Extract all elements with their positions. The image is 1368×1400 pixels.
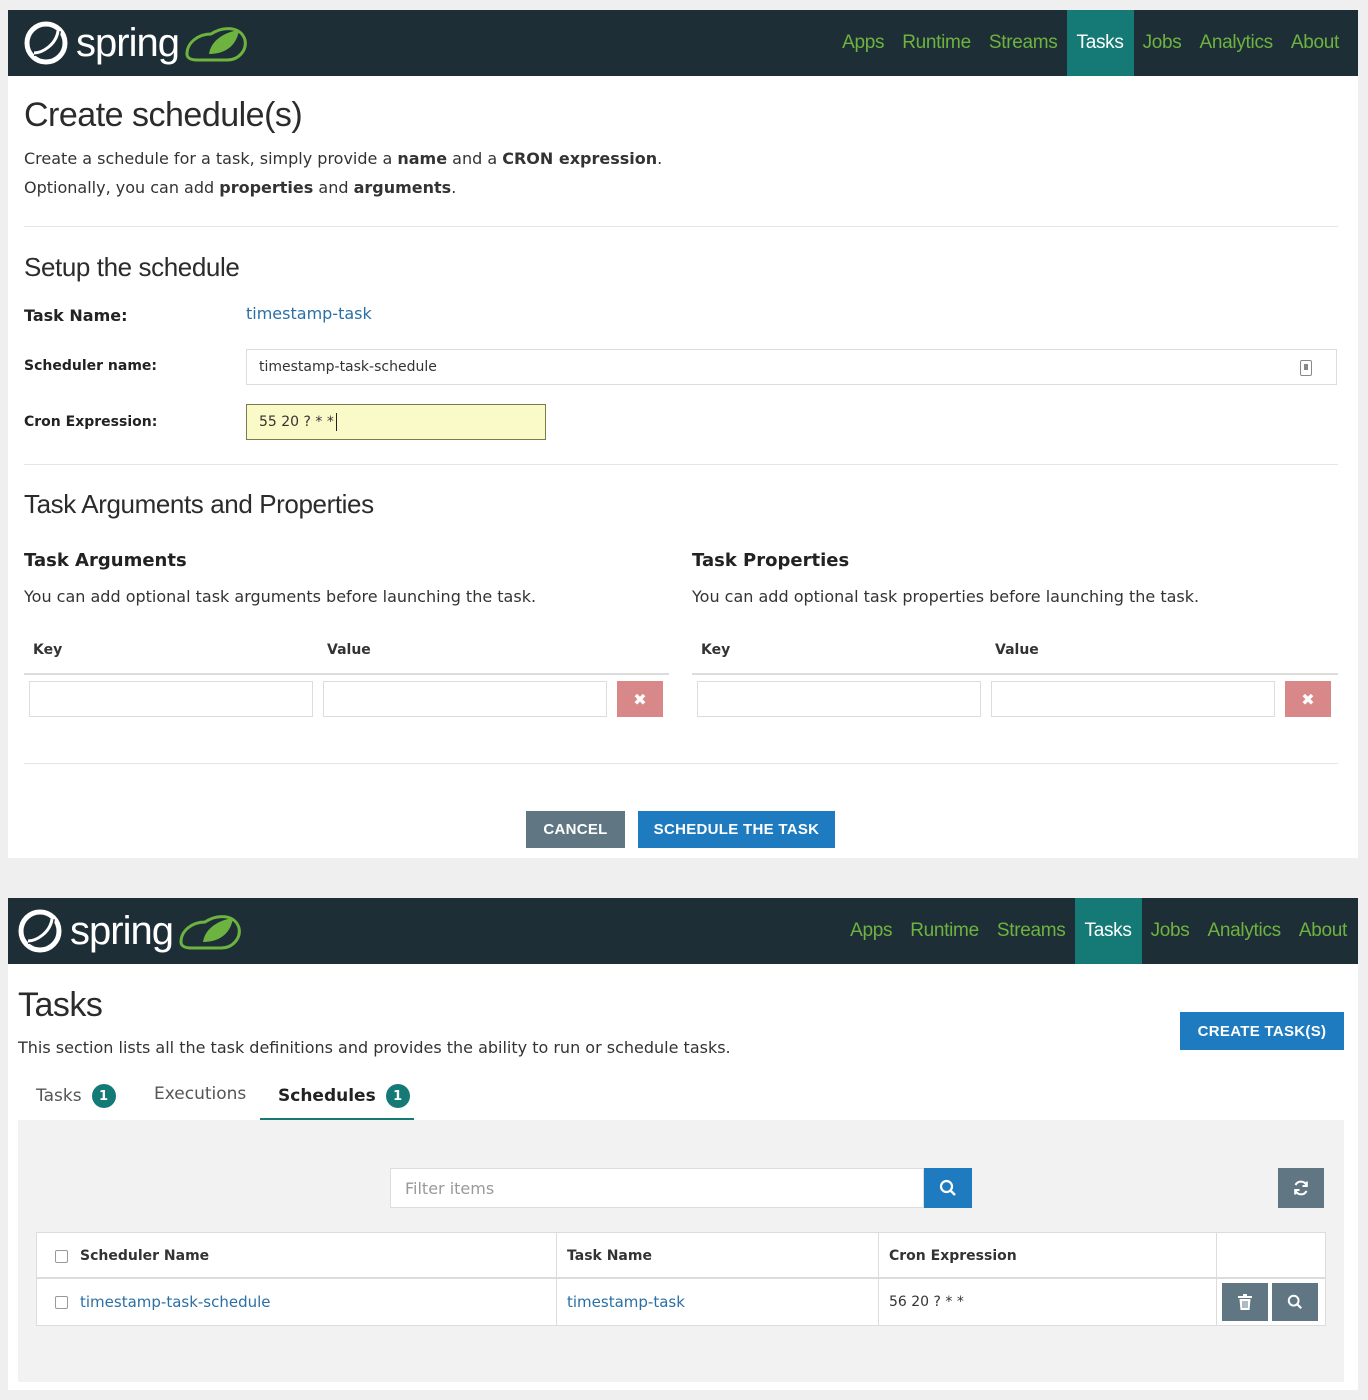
remove-property-button[interactable]: ✖: [1285, 681, 1331, 717]
refresh-button[interactable]: [1278, 1168, 1324, 1208]
args-props-title: Task Arguments and Properties: [24, 489, 374, 519]
select-all-checkbox[interactable]: [55, 1249, 68, 1263]
nav-runtime[interactable]: Runtime: [901, 898, 988, 964]
setup-title: Setup the schedule: [24, 252, 240, 282]
intro-line-1: Create a schedule for a task, simply pro…: [24, 149, 663, 168]
trash-icon: [1238, 1294, 1252, 1310]
top-navbar: spring Apps Runtime Streams Tasks Jobs A…: [8, 898, 1358, 964]
header-task-name: Task Name: [567, 1248, 652, 1264]
cancel-button[interactable]: CANCEL: [526, 811, 625, 848]
brand-logo[interactable]: spring: [16, 904, 243, 958]
scheduler-name-label: Scheduler name:: [24, 358, 157, 374]
scheduler-name-link[interactable]: timestamp-task-schedule: [80, 1293, 271, 1311]
nav-analytics[interactable]: Analytics: [1199, 898, 1290, 964]
arguments-value-header: Value: [327, 642, 371, 658]
view-schedule-button[interactable]: [1272, 1283, 1318, 1321]
main-nav: Apps Runtime Streams Tasks Jobs Analytic…: [841, 898, 1356, 964]
top-navbar: spring Apps Runtime Streams Tasks Jobs A…: [8, 10, 1358, 76]
nav-about[interactable]: About: [1290, 898, 1356, 964]
task-name-link[interactable]: timestamp-task: [567, 1293, 685, 1311]
create-tasks-button[interactable]: CREATE TASK(S): [1180, 1012, 1344, 1050]
close-icon: ✖: [633, 689, 647, 709]
search-icon: [1287, 1294, 1302, 1309]
intro-line-2: Optionally, you can add properties and a…: [24, 178, 457, 197]
divider: [24, 226, 1338, 227]
brand-name: spring: [70, 909, 174, 953]
remove-argument-button[interactable]: ✖: [617, 681, 663, 717]
filter-placeholder: Filter items: [405, 1178, 495, 1198]
nav-jobs[interactable]: Jobs: [1142, 898, 1199, 964]
task-arguments-desc: You can add optional task arguments befo…: [24, 587, 537, 606]
column-divider: [1216, 1233, 1217, 1325]
properties-header-line: [692, 673, 1338, 675]
text-caret: [335, 413, 337, 431]
nav-streams[interactable]: Streams: [988, 898, 1075, 964]
cron-expression-label: Cron Expression:: [24, 414, 158, 430]
brand-name: spring: [76, 21, 180, 65]
spring-leaf-icon: [179, 915, 241, 950]
divider: [24, 763, 1338, 764]
spring-power-icon: [24, 21, 68, 65]
divider: [24, 464, 1338, 465]
filter-input[interactable]: Filter items: [390, 1168, 924, 1208]
property-value-input[interactable]: [991, 681, 1275, 717]
create-schedule-panel: spring Apps Runtime Streams Tasks Jobs A…: [8, 10, 1358, 858]
task-name-label: Task Name:: [24, 306, 128, 325]
tasks-list-panel: spring Apps Runtime Streams Tasks Jobs A…: [8, 898, 1358, 1390]
arguments-key-header: Key: [33, 642, 63, 658]
scheduler-name-input[interactable]: timestamp-task-schedule: [246, 349, 1337, 385]
schedule-task-button[interactable]: SCHEDULE THE TASK: [638, 811, 835, 848]
nav-jobs[interactable]: Jobs: [1134, 10, 1191, 76]
task-properties-title: Task Properties: [692, 550, 850, 571]
scheduler-name-value: timestamp-task-schedule: [259, 359, 437, 375]
header-cron-expression: Cron Expression: [889, 1248, 1017, 1264]
page-description: This section lists all the task definiti…: [18, 1038, 731, 1057]
nav-streams[interactable]: Streams: [980, 10, 1067, 76]
tab-tasks[interactable]: Tasks 1: [36, 1084, 116, 1108]
search-button[interactable]: [924, 1168, 972, 1208]
table-row: timestamp-task-schedule: [55, 1279, 271, 1325]
page-title: Tasks: [18, 986, 103, 1024]
task-properties-desc: You can add optional task properties bef…: [692, 587, 1200, 606]
close-icon: ✖: [1301, 689, 1315, 709]
column-divider: [878, 1233, 879, 1325]
cron-expression-cell: 56 20 ? * *: [889, 1294, 964, 1310]
cron-expression-value: 55 20 ? * *: [259, 414, 334, 430]
task-name-cell: timestamp-task: [567, 1279, 685, 1325]
search-icon: [939, 1179, 956, 1196]
cron-expression-input[interactable]: 55 20 ? * *: [246, 404, 546, 440]
property-key-input[interactable]: [697, 681, 981, 717]
autofill-icon[interactable]: [1300, 360, 1312, 376]
tasks-count-badge: 1: [91, 1084, 116, 1108]
schedules-table: Scheduler Name Task Name Cron Expression…: [36, 1232, 1326, 1326]
properties-value-header: Value: [995, 642, 1039, 658]
task-name-link[interactable]: timestamp-task: [246, 304, 372, 323]
nav-tasks[interactable]: Tasks: [1074, 898, 1142, 964]
tab-schedules[interactable]: Schedules 1: [278, 1084, 410, 1108]
delete-schedule-button[interactable]: [1222, 1283, 1268, 1321]
properties-key-header: Key: [701, 642, 731, 658]
schedules-count-badge: 1: [385, 1084, 410, 1108]
main-nav: Apps Runtime Streams Tasks Jobs Analytic…: [833, 10, 1348, 76]
nav-apps[interactable]: Apps: [841, 898, 901, 964]
arguments-header-line: [24, 673, 669, 675]
header-scheduler-name: Scheduler Name: [55, 1233, 209, 1279]
brand-logo[interactable]: spring: [22, 16, 249, 70]
row-checkbox[interactable]: [55, 1295, 68, 1309]
tab-executions[interactable]: Executions: [154, 1084, 246, 1104]
column-divider: [556, 1233, 557, 1325]
argument-value-input[interactable]: [323, 681, 607, 717]
nav-runtime[interactable]: Runtime: [893, 10, 980, 76]
argument-key-input[interactable]: [29, 681, 313, 717]
page-title: Create schedule(s): [24, 96, 303, 134]
spring-leaf-icon: [185, 27, 247, 62]
nav-analytics[interactable]: Analytics: [1191, 10, 1282, 76]
nav-apps[interactable]: Apps: [833, 10, 893, 76]
refresh-icon: [1294, 1180, 1308, 1196]
task-arguments-title: Task Arguments: [24, 550, 187, 571]
spring-power-icon: [18, 909, 62, 953]
nav-tasks[interactable]: Tasks: [1066, 10, 1134, 76]
nav-about[interactable]: About: [1282, 10, 1348, 76]
